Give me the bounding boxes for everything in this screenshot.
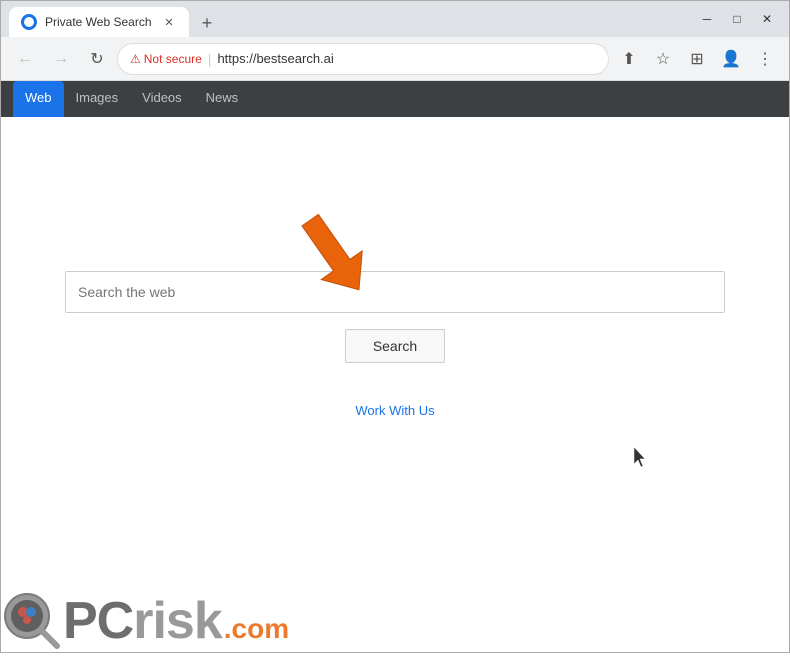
tab-close-button[interactable]: ✕ — [161, 14, 177, 30]
window-controls: ─ □ ✕ — [693, 5, 781, 33]
puzzle-icon: ⊞ — [690, 49, 703, 69]
tab-title: Private Web Search — [45, 15, 152, 29]
search-input[interactable] — [65, 271, 725, 313]
person-icon: 👤 — [721, 49, 741, 69]
reload-button[interactable]: ↻ — [81, 43, 113, 75]
new-tab-button[interactable]: + — [193, 9, 221, 37]
forward-icon: → — [53, 50, 69, 68]
new-tab-icon: + — [202, 13, 213, 34]
tab-web-label: Web — [25, 90, 52, 105]
address-bar[interactable]: ⚠ Not secure | https://bestsearch.ai — [117, 43, 609, 75]
close-icon: ✕ — [762, 12, 772, 26]
minimize-button[interactable]: ─ — [693, 5, 721, 33]
reload-icon: ↻ — [90, 49, 103, 69]
address-url: https://bestsearch.ai — [217, 51, 333, 66]
search-tabs-bar: Web Images Videos News — [1, 81, 789, 117]
share-button[interactable]: ⬆ — [613, 43, 645, 75]
tab-web[interactable]: Web — [13, 81, 64, 117]
pc-text: PC — [63, 595, 133, 647]
tab-favicon — [21, 14, 37, 30]
close-button[interactable]: ✕ — [753, 5, 781, 33]
maximize-icon: □ — [733, 12, 740, 26]
bookmark-button[interactable]: ☆ — [647, 43, 679, 75]
nav-bar: ← → ↻ ⚠ Not secure | https://bestsearch.… — [1, 37, 789, 81]
star-icon: ☆ — [656, 49, 670, 69]
main-content: Search Work With Us — [1, 117, 789, 652]
tab-news[interactable]: News — [194, 81, 251, 117]
work-with-us-link[interactable]: Work With Us — [355, 403, 434, 418]
dots-icon: ⋮ — [757, 49, 773, 69]
forward-button[interactable]: → — [45, 43, 77, 75]
profile-button[interactable]: 👤 — [715, 43, 747, 75]
title-bar: Private Web Search ✕ + ─ □ ✕ — [1, 1, 789, 37]
extensions-button[interactable]: ⊞ — [681, 43, 713, 75]
address-separator: | — [208, 51, 212, 67]
dotcom-text: .com — [224, 613, 289, 645]
menu-button[interactable]: ⋮ — [749, 43, 781, 75]
tab-videos[interactable]: Videos — [130, 81, 194, 117]
share-icon: ⬆ — [622, 49, 635, 69]
minimize-icon: ─ — [703, 12, 712, 26]
pcrisk-text-block: PC risk .com — [63, 595, 289, 647]
work-with-us-label: Work With Us — [355, 403, 434, 418]
active-tab[interactable]: Private Web Search ✕ — [9, 7, 189, 37]
search-button[interactable]: Search — [345, 329, 445, 363]
warning-icon: ⚠ — [130, 52, 141, 66]
not-secure-indicator: ⚠ Not secure — [130, 52, 202, 66]
back-icon: ← — [17, 50, 33, 68]
tab-favicon-inner — [24, 17, 34, 27]
search-box-container: Search Work With Us — [65, 271, 725, 418]
tab-videos-label: Videos — [142, 90, 182, 105]
tab-news-label: News — [206, 90, 239, 105]
pcrisk-logo — [1, 590, 63, 652]
risk-text: risk — [133, 595, 222, 647]
tab-area: Private Web Search ✕ + — [9, 1, 689, 37]
maximize-button[interactable]: □ — [723, 5, 751, 33]
browser-window: Private Web Search ✕ + ─ □ ✕ ← → — [0, 0, 790, 653]
tab-images-label: Images — [76, 90, 119, 105]
pcrisk-watermark: PC risk .com — [1, 590, 289, 652]
back-button[interactable]: ← — [9, 43, 41, 75]
tab-images[interactable]: Images — [64, 81, 131, 117]
search-button-label: Search — [373, 338, 417, 354]
nav-right-icons: ⬆ ☆ ⊞ 👤 ⋮ — [613, 43, 781, 75]
not-secure-label: Not secure — [144, 52, 202, 66]
